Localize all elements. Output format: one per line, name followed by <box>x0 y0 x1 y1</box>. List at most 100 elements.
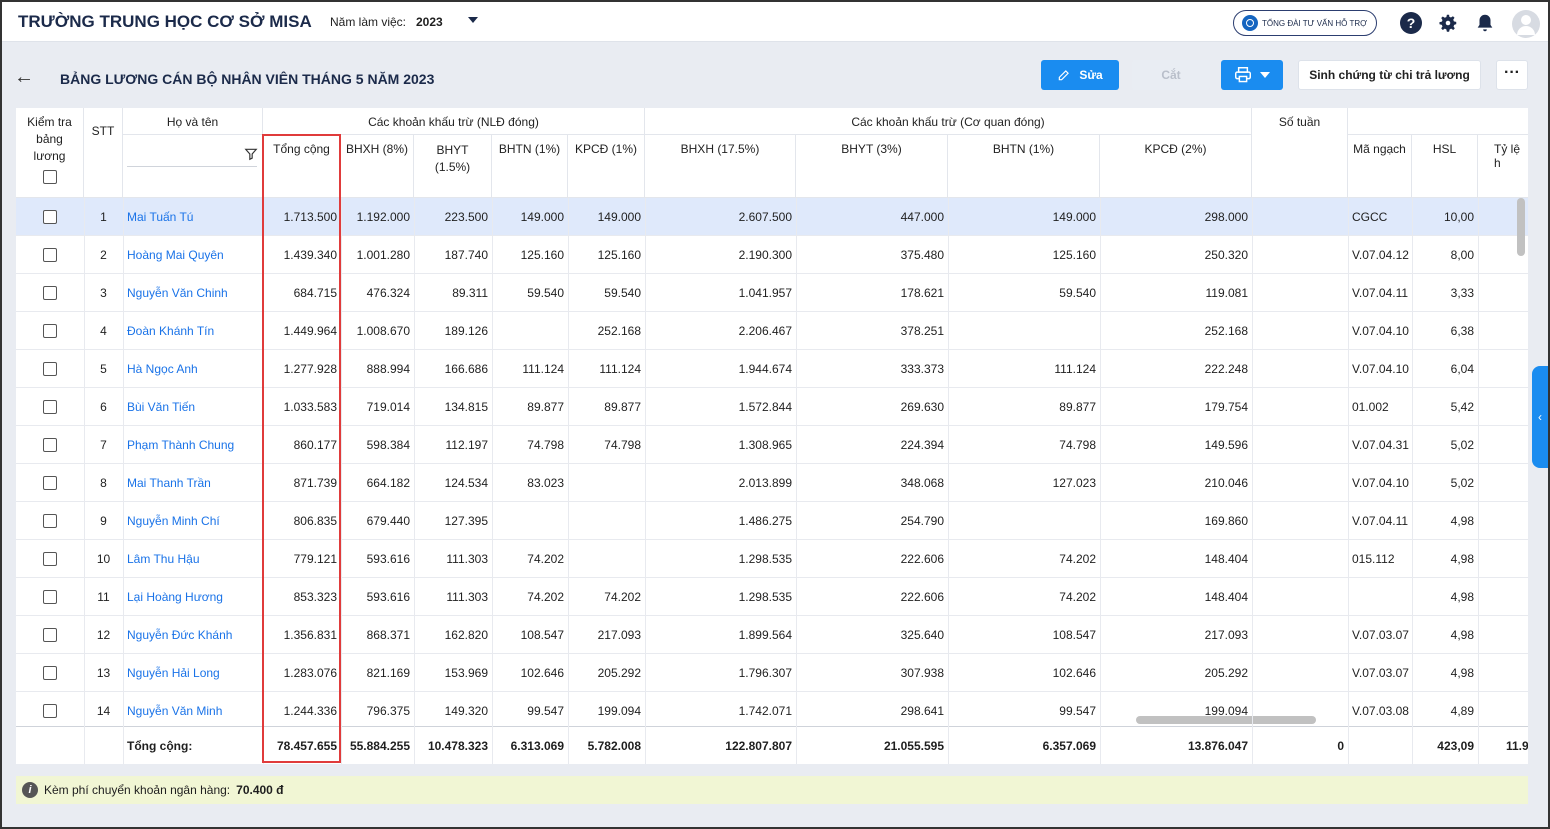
table-row[interactable]: 5 Hà Ngọc Anh 1.277.928 888.994 166.686 111.1… <box>16 350 1528 388</box>
cell-bhyt15: 149.320 <box>444 704 488 718</box>
cell-kpcd2: 169.860 <box>1204 514 1248 528</box>
avatar[interactable] <box>1512 10 1540 38</box>
year-value[interactable]: 2023 <box>416 15 443 29</box>
cell-bhyt15: 127.395 <box>444 514 488 528</box>
help-icon[interactable]: ? <box>1400 12 1422 34</box>
column-divider <box>341 198 342 764</box>
row-checkbox[interactable] <box>43 704 57 718</box>
cell-total: 1.277.928 <box>283 362 337 376</box>
back-arrow-icon[interactable]: ← <box>14 66 34 89</box>
edit-button[interactable]: Sửa <box>1041 60 1119 90</box>
horizontal-scrollbar[interactable] <box>1136 716 1316 724</box>
table-row[interactable]: 3 Nguyễn Văn Chinh 684.715 476.324 89.311 59.… <box>16 274 1528 312</box>
cell-total: 1.283.076 <box>283 666 337 680</box>
cell-hsl: 4,98 <box>1450 552 1474 566</box>
cell-bhxh8: 593.616 <box>366 552 410 566</box>
row-checkbox[interactable] <box>43 400 57 414</box>
cell-kpcd2: 210.046 <box>1204 476 1248 490</box>
cell-kpcd2: 222.248 <box>1204 362 1248 376</box>
row-checkbox[interactable] <box>43 210 57 224</box>
cell-bhxh8: 1.192.000 <box>356 210 410 224</box>
table-row[interactable]: 10 Lâm Thu Hậu 779.121 593.616 111.303 74.202… <box>16 540 1528 578</box>
hotline-button[interactable]: TỔNG ĐÀI TƯ VẤN HỖ TRỢ <box>1233 10 1377 36</box>
row-stt: 10 <box>96 552 111 566</box>
hotline-label: TỔNG ĐÀI TƯ VẤN HỖ TRỢ <box>1262 18 1367 28</box>
table-row[interactable]: 1 Mai Tuấn Tú 1.713.500 1.192.000 223.500 149… <box>16 198 1528 236</box>
table-row[interactable]: 7 Phạm Thành Chung 860.177 598.384 112.197 74… <box>16 426 1528 464</box>
column-divider <box>84 198 85 764</box>
gear-icon[interactable] <box>1437 12 1459 34</box>
row-checkbox[interactable] <box>43 590 57 604</box>
row-stt: 5 <box>100 362 107 376</box>
row-checkbox[interactable] <box>43 552 57 566</box>
row-stt: 7 <box>100 438 107 452</box>
cell-kpcd2: 205.292 <box>1204 666 1248 680</box>
employee-name-link[interactable]: Phạm Thành Chung <box>127 438 263 452</box>
employee-name-link[interactable]: Nguyễn Văn Minh <box>127 704 263 718</box>
employee-name-link[interactable]: Mai Thanh Trần <box>127 476 263 490</box>
cell-bhtn1b: 102.646 <box>1052 666 1096 680</box>
table-row[interactable]: 9 Nguyễn Minh Chí 806.835 679.440 127.395 1.4… <box>16 502 1528 540</box>
table-row[interactable]: 12 Nguyễn Đức Khánh 1.356.831 868.371 162.82… <box>16 616 1528 654</box>
employee-name-link[interactable]: Hà Ngọc Anh <box>127 362 263 376</box>
employee-name-link[interactable]: Lâm Thu Hậu <box>127 552 263 566</box>
cell-hsl: 5,42 <box>1450 400 1474 414</box>
cell-rank: CGCC <box>1352 210 1388 224</box>
cell-bhxh175: 1.041.957 <box>738 286 792 300</box>
employee-name-link[interactable]: Nguyễn Văn Chinh <box>127 286 263 300</box>
row-checkbox[interactable] <box>43 476 57 490</box>
employee-name-link[interactable]: Bùi Văn Tiến <box>127 400 263 414</box>
column-divider <box>123 198 124 764</box>
row-checkbox[interactable] <box>43 248 57 262</box>
name-filter-input[interactable] <box>127 143 257 167</box>
cell-hsl: 10,00 <box>1443 210 1474 224</box>
header-bhyt-1-5: BHYT (1.5%) <box>414 135 492 198</box>
employee-name-link[interactable]: Đoàn Khánh Tín <box>127 324 263 338</box>
school-name[interactable]: TRƯỜNG TRUNG HỌC CƠ SỞ MISA <box>18 12 312 32</box>
filter-icon[interactable] <box>244 147 258 161</box>
table-row[interactable]: 13 Nguyễn Hải Long 1.283.076 821.169 153.969… <box>16 654 1528 692</box>
table-row[interactable]: 11 Lại Hoàng Hương 853.323 593.616 111.303 74… <box>16 578 1528 616</box>
cell-bhyt15: 124.534 <box>444 476 488 490</box>
row-checkbox[interactable] <box>43 666 57 680</box>
footer-bhyt-3: 21.055.595 <box>883 739 944 753</box>
vertical-scrollbar[interactable] <box>1517 198 1525 256</box>
cell-bhtn1: 102.646 <box>520 666 564 680</box>
employee-name-link[interactable]: Nguyễn Minh Chí <box>127 514 263 528</box>
employee-name-link[interactable]: Lại Hoàng Hương <box>127 590 263 604</box>
bell-icon[interactable] <box>1474 12 1496 34</box>
employee-name-link[interactable]: Mai Tuấn Tú <box>127 210 263 224</box>
footer-bhtn-1-org: 6.357.069 <box>1042 739 1096 753</box>
row-checkbox[interactable] <box>43 286 57 300</box>
cell-bhxh175: 1.298.535 <box>738 552 792 566</box>
table-row[interactable]: 6 Bùi Văn Tiến 1.033.583 719.014 134.815 89.8… <box>16 388 1528 426</box>
table-row[interactable]: 14 Nguyễn Văn Minh 1.244.336 796.375 149.320… <box>16 692 1528 730</box>
cell-rank: 015.112 <box>1352 552 1395 566</box>
side-panel-toggle[interactable]: ‹ <box>1532 366 1548 468</box>
table-row[interactable]: 2 Hoàng Mai Quyên 1.439.340 1.001.280 187.74… <box>16 236 1528 274</box>
row-checkbox[interactable] <box>43 324 57 338</box>
cell-total: 1.244.336 <box>283 704 337 718</box>
cell-bhtn1b: 59.540 <box>1059 286 1096 300</box>
cell-bhyt15: 162.820 <box>444 628 488 642</box>
cell-kpcd1: 59.540 <box>604 286 641 300</box>
generate-voucher-button[interactable]: Sinh chứng từ chi trả lương <box>1298 60 1481 90</box>
print-button[interactable] <box>1221 60 1283 90</box>
chevron-down-icon[interactable] <box>468 17 478 23</box>
row-checkbox[interactable] <box>43 438 57 452</box>
cut-button[interactable]: Cắt <box>1132 60 1210 90</box>
cell-bhyt3: 325.640 <box>900 628 944 642</box>
table-row[interactable]: 4 Đoàn Khánh Tín 1.449.964 1.008.670 189.126… <box>16 312 1528 350</box>
row-checkbox[interactable] <box>43 628 57 642</box>
employee-name-link[interactable]: Hoàng Mai Quyên <box>127 248 263 262</box>
more-options-button[interactable]: ··· <box>1496 60 1528 90</box>
cell-bhxh175: 1.486.275 <box>738 514 792 528</box>
table-row[interactable]: 8 Mai Thanh Trần 871.739 664.182 124.534 83.0… <box>16 464 1528 502</box>
cell-bhxh175: 1.298.535 <box>738 590 792 604</box>
cell-bhyt3: 298.641 <box>900 704 944 718</box>
employee-name-link[interactable]: Nguyễn Hải Long <box>127 666 263 680</box>
select-all-checkbox[interactable] <box>43 170 57 184</box>
row-checkbox[interactable] <box>43 362 57 376</box>
employee-name-link[interactable]: Nguyễn Đức Khánh <box>127 628 263 642</box>
row-checkbox[interactable] <box>43 514 57 528</box>
